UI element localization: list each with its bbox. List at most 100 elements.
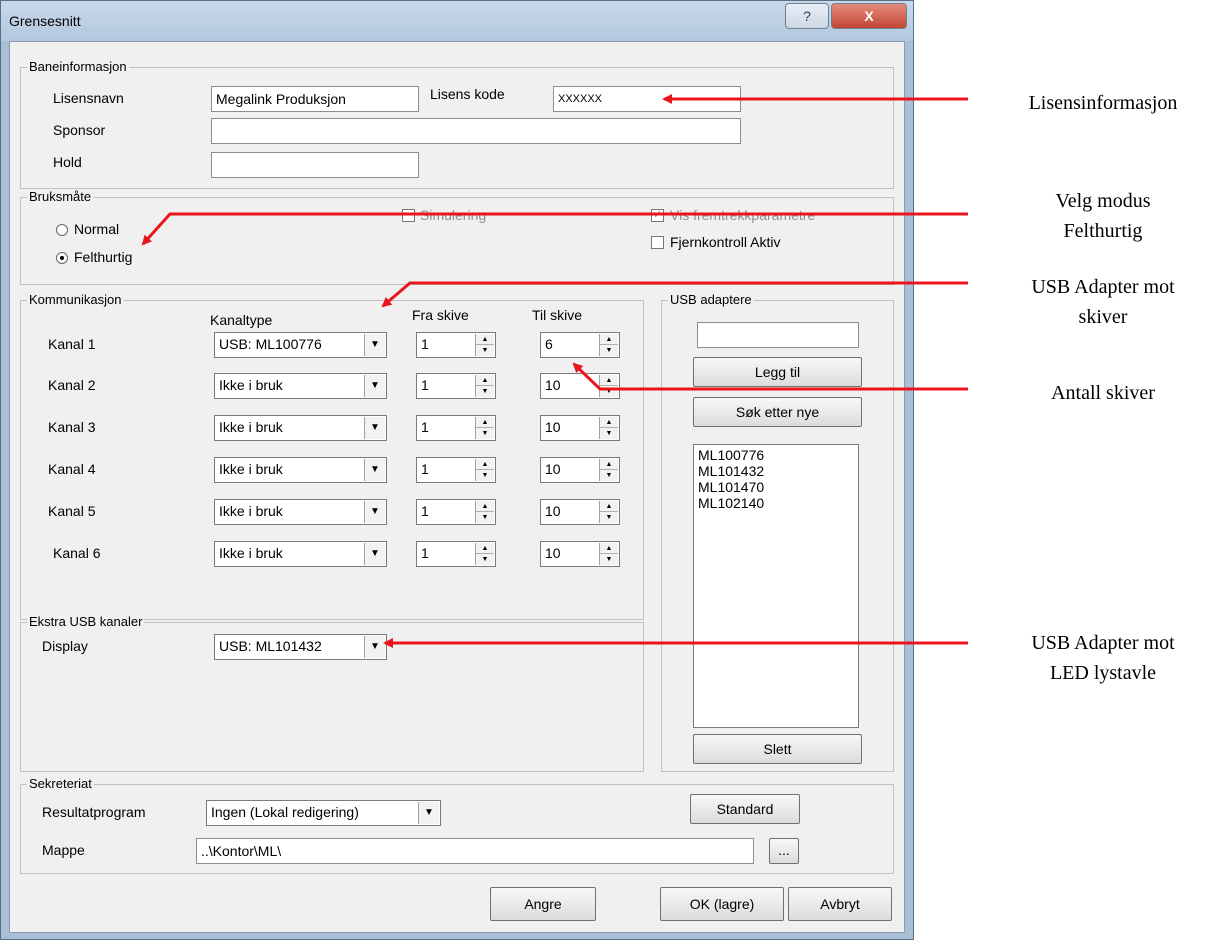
legg-til-button[interactable]: Legg til [693,357,862,387]
stepper-buttons[interactable]: ▲ ▼ [475,543,494,565]
fra-skive-stepper[interactable]: 1 ▲ ▼ [416,415,496,441]
stepper-buttons[interactable]: ▲ ▼ [599,375,618,397]
fra-skive-stepper[interactable]: 1 ▲ ▼ [416,332,496,358]
standard-button[interactable]: Standard [690,794,800,824]
browse-button[interactable]: ... [769,838,799,864]
stepper-down-icon[interactable]: ▼ [600,386,618,397]
fra-skive-stepper[interactable]: 1 ▲ ▼ [416,373,496,399]
stepper-buttons[interactable]: ▲ ▼ [475,501,494,523]
help-button[interactable]: ? [785,3,829,29]
kanaltype-select[interactable]: Ikke i bruk ▼ [214,415,387,441]
stepper-up-icon[interactable]: ▲ [600,501,618,512]
stepper-up-icon[interactable]: ▲ [600,417,618,428]
chevron-down-icon[interactable]: ▼ [364,543,385,565]
stepper-buttons[interactable]: ▲ ▼ [475,334,494,356]
stepper-down-icon[interactable]: ▼ [600,512,618,523]
simulering-label: Simulering [420,207,487,223]
mappe-field[interactable]: ..\Kontor\ML\ [196,838,754,864]
til-skive-stepper[interactable]: 10 ▲ ▼ [540,415,620,441]
til-skive-stepper[interactable]: 10 ▲ ▼ [540,457,620,483]
stepper-up-icon[interactable]: ▲ [476,334,494,345]
chevron-down-icon[interactable]: ▼ [364,417,385,439]
chevron-down-icon[interactable]: ▼ [364,375,385,397]
fra-skive-stepper[interactable]: 1 ▲ ▼ [416,541,496,567]
radio-felthurtig-label[interactable]: Felthurtig [74,249,132,265]
annotation-line: skiver [1078,306,1128,328]
stepper-down-icon[interactable]: ▼ [476,512,494,523]
stepper-buttons[interactable]: ▲ ▼ [475,417,494,439]
chevron-down-icon[interactable]: ▼ [364,459,385,481]
chevron-down-icon[interactable]: ▼ [364,636,385,658]
chevron-down-icon[interactable]: ▼ [364,334,385,356]
kanaltype-select[interactable]: Ikke i bruk ▼ [214,373,387,399]
stepper-down-icon[interactable]: ▼ [600,345,618,356]
fra-skive-stepper[interactable]: 1 ▲ ▼ [416,499,496,525]
vis-fremtrekk-checkbox[interactable]: ✓ [651,209,664,222]
stepper-buttons[interactable]: ▲ ▼ [475,459,494,481]
stepper-up-icon[interactable]: ▲ [476,417,494,428]
radio-normal[interactable] [56,224,68,236]
radio-normal-label[interactable]: Normal [74,221,119,237]
stepper-down-icon[interactable]: ▼ [476,345,494,356]
kanaltype-select[interactable]: USB: ML100776 ▼ [214,332,387,358]
kanaltype-select[interactable]: Ikke i bruk ▼ [214,541,387,567]
stepper-down-icon[interactable]: ▼ [476,386,494,397]
fra-skive-value: 1 [421,461,429,477]
lisenskode-field[interactable]: XXXXXX [553,86,741,112]
simulering-checkbox[interactable] [402,209,415,222]
stepper-down-icon[interactable]: ▼ [476,470,494,481]
usb-adapter-input[interactable] [697,322,859,348]
chevron-down-icon[interactable]: ▼ [364,501,385,523]
kanaltype-select[interactable]: Ikke i bruk ▼ [214,499,387,525]
stepper-up-icon[interactable]: ▲ [600,459,618,470]
til-skive-stepper[interactable]: 10 ▲ ▼ [540,373,620,399]
slett-button[interactable]: Slett [693,734,862,764]
avbryt-button[interactable]: Avbryt [788,887,892,921]
fjernkontroll-checkbox[interactable] [651,236,664,249]
angre-button[interactable]: Angre [490,887,596,921]
list-item[interactable]: ML101432 [698,463,854,479]
list-item[interactable]: ML102140 [698,495,854,511]
stepper-up-icon[interactable]: ▲ [476,501,494,512]
stepper-buttons[interactable]: ▲ ▼ [599,334,618,356]
fra-skive-stepper[interactable]: 1 ▲ ▼ [416,457,496,483]
display-select[interactable]: USB: ML101432 ▼ [214,634,387,660]
ok-lagre-button[interactable]: OK (lagre) [660,887,784,921]
chevron-down-icon[interactable]: ▼ [418,802,439,824]
kanaltype-select[interactable]: Ikke i bruk ▼ [214,457,387,483]
til-skive-stepper[interactable]: 10 ▲ ▼ [540,499,620,525]
til-skive-stepper[interactable]: 10 ▲ ▼ [540,541,620,567]
stepper-up-icon[interactable]: ▲ [600,543,618,554]
stepper-buttons[interactable]: ▲ ▼ [599,459,618,481]
stepper-up-icon[interactable]: ▲ [476,375,494,386]
radio-felthurtig[interactable] [56,252,68,264]
list-item[interactable]: ML100776 [698,447,854,463]
stepper-up-icon[interactable]: ▲ [476,543,494,554]
sponsor-field[interactable] [211,118,741,144]
stepper-buttons[interactable]: ▲ ▼ [599,417,618,439]
kanaltype-value: Ikke i bruk [219,461,283,477]
hold-field[interactable] [211,152,419,178]
stepper-down-icon[interactable]: ▼ [600,470,618,481]
title-bar[interactable]: Grensesnitt ? X [1,1,913,41]
til-skive-stepper[interactable]: 6 ▲ ▼ [540,332,620,358]
stepper-buttons[interactable]: ▲ ▼ [599,543,618,565]
resultatprogram-select[interactable]: Ingen (Lokal redigering) ▼ [206,800,441,826]
usb-adapter-list[interactable]: ML100776 ML101432 ML101470 ML102140 [693,444,859,728]
kanal-label: Kanal 2 [48,377,96,393]
lisensnavn-field[interactable]: Megalink Produksjon [211,86,419,112]
stepper-buttons[interactable]: ▲ ▼ [475,375,494,397]
kanal-label: Kanal 6 [53,545,101,561]
stepper-down-icon[interactable]: ▼ [476,428,494,439]
stepper-buttons[interactable]: ▲ ▼ [599,501,618,523]
list-item[interactable]: ML101470 [698,479,854,495]
stepper-down-icon[interactable]: ▼ [476,554,494,565]
stepper-up-icon[interactable]: ▲ [476,459,494,470]
stepper-up-icon[interactable]: ▲ [600,375,618,386]
close-button[interactable]: X [831,3,907,29]
fra-skive-value: 1 [421,419,429,435]
stepper-down-icon[interactable]: ▼ [600,428,618,439]
sok-etter-nye-button[interactable]: Søk etter nye [693,397,862,427]
stepper-up-icon[interactable]: ▲ [600,334,618,345]
stepper-down-icon[interactable]: ▼ [600,554,618,565]
